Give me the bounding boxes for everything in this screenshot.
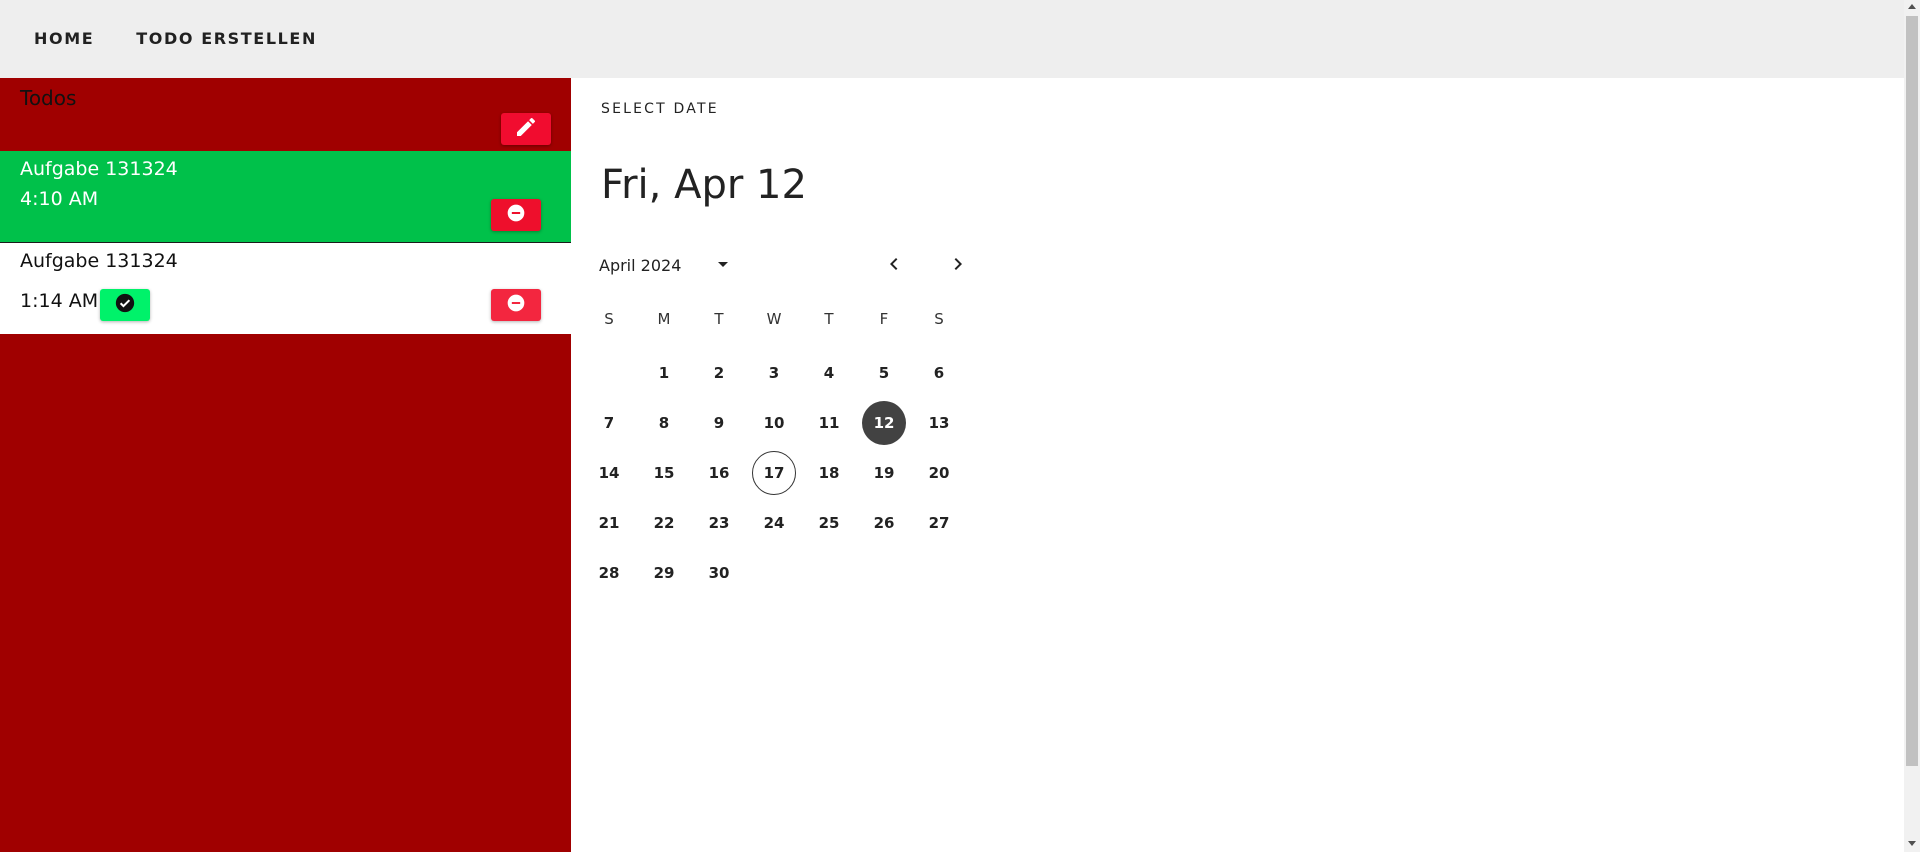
month-year-label[interactable]: April 2024	[599, 256, 681, 275]
calendar-day[interactable]: 21	[587, 501, 631, 545]
calendar-day[interactable]: 13	[917, 401, 961, 445]
date-picker-label: SELECT DATE	[601, 101, 719, 117]
calendar-day-selected[interactable]: 12	[862, 401, 906, 445]
todo-list-header: Todos	[0, 78, 571, 151]
calendar-day[interactable]: 10	[752, 401, 796, 445]
date-picker: SELECT DATE Fri, Apr 12 April 2024 S M T W T…	[571, 78, 1904, 852]
edit-button[interactable]	[501, 113, 551, 145]
todo-time: 4:10 AM	[20, 188, 99, 210]
chevron-left-icon	[882, 252, 906, 280]
check-circle-icon	[114, 292, 136, 318]
minus-circle-icon	[506, 293, 526, 317]
calendar-day[interactable]: 19	[862, 451, 906, 495]
next-month-button[interactable]	[946, 254, 970, 278]
minus-circle-icon	[506, 203, 526, 227]
calendar-day[interactable]: 2	[697, 351, 741, 395]
calendar-day[interactable]: 3	[752, 351, 796, 395]
weekday-label: W	[766, 310, 782, 328]
month-dropdown-button[interactable]	[711, 254, 735, 278]
mark-done-button[interactable]	[100, 289, 150, 321]
month-switcher: April 2024	[599, 250, 962, 282]
todo-time: 1:14 AM	[20, 290, 99, 312]
caret-down-icon	[711, 252, 735, 280]
calendar-day-today[interactable]: 17	[752, 451, 796, 495]
chevron-right-icon	[946, 252, 970, 280]
todo-list-panel: Todos Aufgabe 131324 4:10 AM Aufgabe 131…	[0, 78, 571, 852]
home-nav-button[interactable]: HOME	[20, 21, 108, 57]
calendar-day[interactable]: 29	[642, 551, 686, 595]
previous-month-button[interactable]	[882, 254, 906, 278]
todo-item-completed: Aufgabe 131324 4:10 AM	[0, 151, 571, 243]
todo-list-title: Todos	[20, 86, 77, 110]
calendar-day[interactable]: 23	[697, 501, 741, 545]
calendar-day[interactable]: 30	[697, 551, 741, 595]
calendar-day[interactable]: 6	[917, 351, 961, 395]
delete-todo-button[interactable]	[491, 289, 541, 321]
calendar-day[interactable]: 27	[917, 501, 961, 545]
calendar-day[interactable]: 14	[587, 451, 631, 495]
calendar-day[interactable]: 28	[587, 551, 631, 595]
calendar-day[interactable]: 11	[807, 401, 851, 445]
calendar-day[interactable]: 16	[697, 451, 741, 495]
calendar-day[interactable]: 20	[917, 451, 961, 495]
calendar-day[interactable]: 8	[642, 401, 686, 445]
calendar-day[interactable]: 24	[752, 501, 796, 545]
calendar-day[interactable]: 4	[807, 351, 851, 395]
weekday-label: S	[604, 310, 614, 328]
calendar-day[interactable]: 1	[642, 351, 686, 395]
top-app-bar: HOME TODO ERSTELLEN	[0, 0, 1904, 78]
selected-date-display: Fri, Apr 12	[601, 162, 807, 208]
todo-title: Aufgabe 131324	[20, 250, 178, 272]
pencil-icon	[514, 115, 538, 143]
calendar-day[interactable]: 18	[807, 451, 851, 495]
weekday-label: T	[714, 310, 724, 328]
weekday-label: M	[657, 310, 671, 328]
weekday-label: T	[824, 310, 834, 328]
calendar-day[interactable]: 22	[642, 501, 686, 545]
weekday-label: F	[879, 310, 889, 328]
create-todo-nav-button[interactable]: TODO ERSTELLEN	[122, 21, 331, 57]
scroll-down-arrow-icon[interactable]	[1908, 841, 1916, 846]
calendar-day[interactable]: 9	[697, 401, 741, 445]
calendar-day[interactable]: 15	[642, 451, 686, 495]
todo-title: Aufgabe 131324	[20, 158, 178, 180]
todo-item-open: Aufgabe 131324 1:14 AM	[0, 243, 571, 334]
vertical-scrollbar[interactable]	[1904, 0, 1920, 852]
calendar-day[interactable]: 26	[862, 501, 906, 545]
calendar-day[interactable]: 25	[807, 501, 851, 545]
delete-todo-button[interactable]	[491, 199, 541, 231]
calendar-day[interactable]: 5	[862, 351, 906, 395]
scroll-up-arrow-icon[interactable]	[1908, 4, 1916, 9]
calendar-day[interactable]: 7	[587, 401, 631, 445]
weekday-label: S	[934, 310, 944, 328]
scrollbar-thumb[interactable]	[1906, 16, 1918, 766]
